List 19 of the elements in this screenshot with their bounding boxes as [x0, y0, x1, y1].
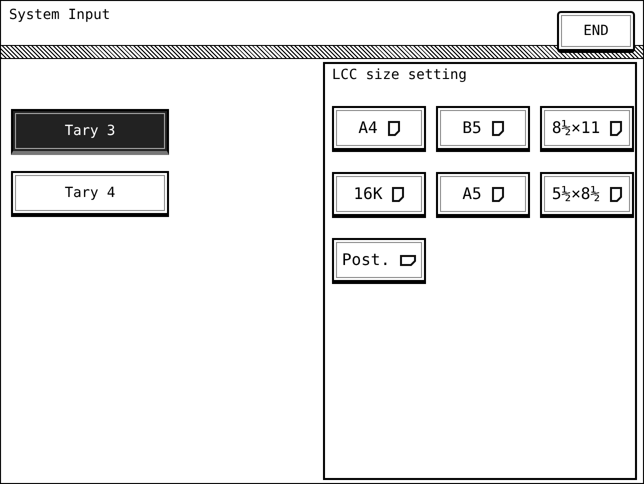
portrait-paper-icon: [610, 120, 622, 136]
paper-size-button[interactable]: 5½×8½: [540, 172, 634, 218]
tray-button[interactable]: Tary 4: [11, 171, 169, 217]
portrait-paper-icon: [388, 120, 400, 136]
portrait-paper-icon: [610, 186, 622, 202]
paper-size-button[interactable]: B5: [436, 106, 530, 152]
tray-button[interactable]: Tary 3: [11, 109, 169, 155]
panel-title: LCC size setting: [332, 66, 468, 85]
landscape-paper-icon: [400, 254, 416, 266]
end-button[interactable]: END: [557, 11, 635, 53]
portrait-paper-icon: [492, 186, 504, 202]
paper-size-button[interactable]: A4: [332, 106, 426, 152]
paper-size-button[interactable]: 16K: [332, 172, 426, 218]
paper-size-button[interactable]: Post.: [332, 238, 426, 284]
paper-size-button[interactable]: 8½×11: [540, 106, 634, 152]
portrait-paper-icon: [392, 186, 404, 202]
portrait-paper-icon: [492, 120, 504, 136]
paper-size-button[interactable]: A5: [436, 172, 530, 218]
window-title: System Input: [9, 6, 110, 25]
